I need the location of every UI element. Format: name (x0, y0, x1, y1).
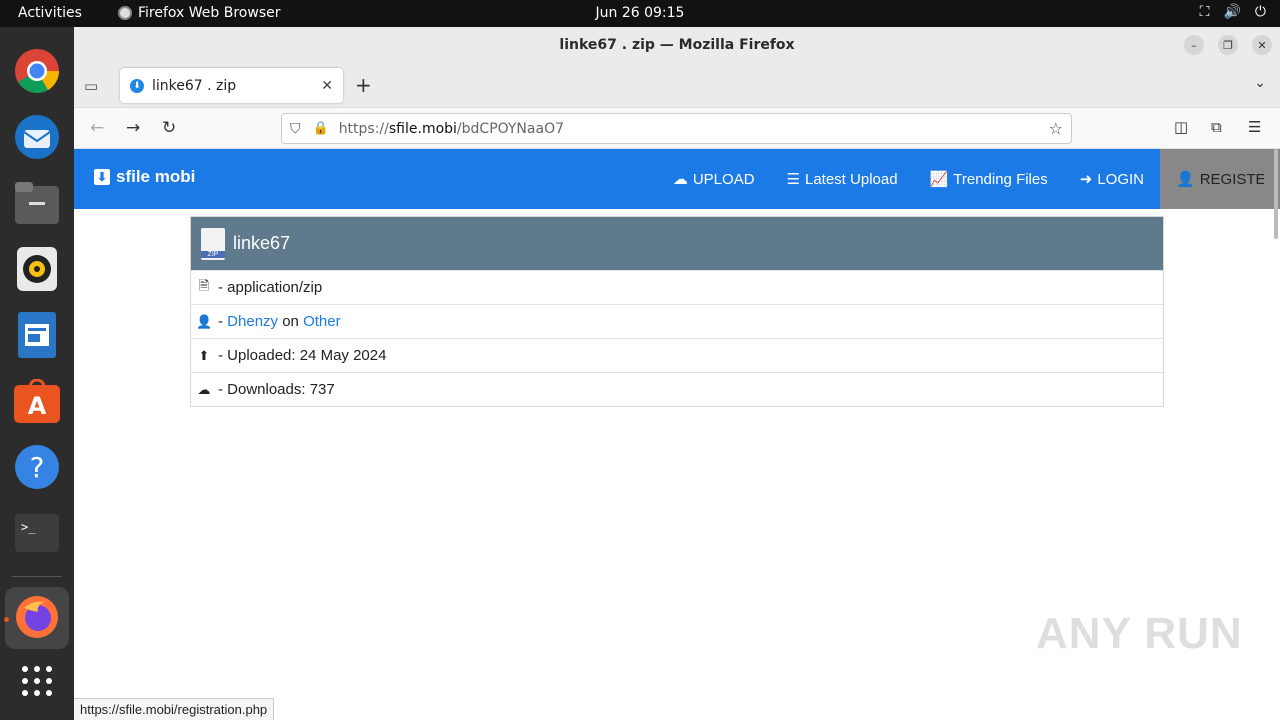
system-tray[interactable]: ⛶ 🔊 ⏻ (1200, 4, 1266, 20)
site-brand[interactable]: ⬇ sfile mobi (94, 167, 195, 187)
sign-in-icon: ➜ (1079, 171, 1093, 188)
upload-icon: ⬆ (198, 347, 210, 363)
nav-login[interactable]: ➜ LOGIN (1064, 149, 1160, 209)
terminal-icon[interactable]: >_ (13, 509, 61, 557)
firefox-dock-icon[interactable] (13, 593, 61, 641)
show-apps-icon[interactable] (13, 657, 61, 705)
file-downloads-row: ☁ - Downloads: 737 (191, 372, 1163, 406)
svg-text:A: A (28, 392, 47, 420)
tab-bar: ▭ ⬇ linke67 . zip ✕ + ⌄ (74, 64, 1280, 108)
cloud-upload-icon: ☁ (672, 171, 688, 188)
firefox-view-icon[interactable]: ▭ (84, 77, 98, 95)
forward-button[interactable]: → (126, 118, 140, 138)
svg-text:>_: >_ (21, 520, 36, 534)
tab-active[interactable]: ⬇ linke67 . zip ✕ (120, 68, 343, 103)
tracking-shield-icon[interactable]: ⛉ (290, 121, 301, 137)
navigation-toolbar: ← → ↻ ⛉ 🔒 https://sfile.mobi/bdCPOYNaaO7… (74, 108, 1280, 149)
window-controls: – ❐ ✕ (1184, 35, 1272, 55)
clock[interactable]: Jun 26 09:15 (0, 5, 1280, 21)
thunderbird-icon[interactable] (13, 113, 61, 161)
zip-file-icon: ZIP (201, 227, 225, 260)
window-titlebar[interactable]: linke67 . zip — Mozilla Firefox – ❐ ✕ (74, 27, 1280, 64)
page-content: ⬇ sfile mobi ☁ UPLOAD ☰ Latest Upload 📈 Tre… (74, 149, 1280, 720)
volume-icon: 🔊 (1223, 4, 1241, 20)
close-window-button[interactable]: ✕ (1252, 35, 1272, 55)
files-icon[interactable] (13, 179, 61, 227)
uploader-link[interactable]: Dhenzy (227, 313, 278, 330)
download-favicon-icon: ⬇ (130, 78, 144, 93)
close-tab-icon[interactable]: ✕ (321, 78, 333, 94)
dock-separator (12, 576, 62, 577)
page-scrollbar[interactable] (1274, 149, 1278, 239)
download-logo-icon: ⬇ (94, 169, 110, 185)
lock-icon[interactable]: 🔒 (313, 121, 329, 136)
file-mime: - application/zip (218, 279, 323, 296)
network-icon: ⛶ (1199, 4, 1210, 20)
new-tab-button[interactable]: + (355, 73, 372, 97)
file-name: linke67 (233, 233, 291, 253)
chart-line-icon: 📈 (929, 171, 949, 188)
rhythmbox-icon[interactable] (13, 245, 61, 293)
category-link[interactable]: Other (303, 313, 341, 330)
dock: A ? >_ (0, 27, 74, 720)
pocket-icon[interactable]: ◫ (1174, 118, 1188, 136)
nav-trending-files[interactable]: 📈 Trending Files (914, 149, 1064, 209)
help-icon[interactable]: ? (13, 443, 61, 491)
site-nav-links: ☁ UPLOAD ☰ Latest Upload 📈 Trending Files ➜… (657, 149, 1280, 209)
power-icon: ⏻ (1254, 4, 1266, 20)
file-mime-row: 🗎 - application/zip (191, 270, 1163, 304)
nav-register[interactable]: 👤REGISTER (1160, 149, 1280, 209)
ubuntu-software-icon[interactable]: A (13, 377, 61, 425)
list-icon: ☰ (786, 171, 800, 188)
link-status-bar: https://sfile.mobi/registration.php (74, 698, 275, 720)
url-bar[interactable]: ⛉ 🔒 https://sfile.mobi/bdCPOYNaaO7 ☆ (281, 113, 1072, 144)
firefox-window: linke67 . zip — Mozilla Firefox – ❐ ✕ ▭ … (74, 27, 1280, 720)
user-icon: 👤 (196, 313, 213, 329)
reload-button[interactable]: ↻ (162, 118, 176, 138)
maximize-button[interactable]: ❐ (1218, 35, 1238, 55)
list-tabs-chevron-icon[interactable]: ⌄ (1254, 75, 1266, 91)
bookmark-star-icon[interactable]: ☆ (1049, 119, 1063, 138)
download-count: - Downloads: 737 (218, 381, 335, 398)
upload-date: - Uploaded: 24 May 2024 (218, 347, 387, 364)
site-navbar: ⬇ sfile mobi ☁ UPLOAD ☰ Latest Upload 📈 Tre… (74, 149, 1280, 209)
file-header: ZIP linke67 (191, 217, 1163, 270)
cloud-download-icon: ☁ (197, 381, 211, 397)
user-plus-icon: 👤 (1176, 171, 1195, 188)
brand-name: sfile mobi (116, 167, 196, 186)
tab-title: linke67 . zip (152, 77, 237, 94)
menu-icon[interactable]: ☰ (1248, 118, 1261, 136)
url-text[interactable]: https://sfile.mobi/bdCPOYNaaO7 (339, 121, 564, 137)
chrome-icon[interactable] (13, 47, 61, 95)
extensions-icon[interactable]: ⧉ (1211, 118, 1222, 136)
nav-latest-upload[interactable]: ☰ Latest Upload (771, 149, 914, 209)
minimize-button[interactable]: – (1184, 35, 1204, 55)
system-top-bar: Activities Firefox Web Browser Jun 26 09… (0, 0, 1280, 27)
file-uploader-row: 👤 - Dhenzy on Other (191, 304, 1163, 338)
file-info-card: ZIP linke67 🗎 - application/zip 👤 - Dhen… (190, 216, 1164, 407)
file-uploaded-row: ⬆ - Uploaded: 24 May 2024 (191, 338, 1163, 372)
back-button[interactable]: ← (90, 118, 104, 138)
anyrun-watermark: ANY RUN (1036, 609, 1243, 658)
running-indicator (4, 617, 9, 622)
writer-icon[interactable] (13, 311, 61, 359)
svg-text:?: ? (30, 451, 45, 484)
nav-upload[interactable]: ☁ UPLOAD (657, 149, 771, 209)
window-title: linke67 . zip — Mozilla Firefox (559, 37, 795, 53)
file-code-icon: 🗎 (198, 277, 210, 293)
